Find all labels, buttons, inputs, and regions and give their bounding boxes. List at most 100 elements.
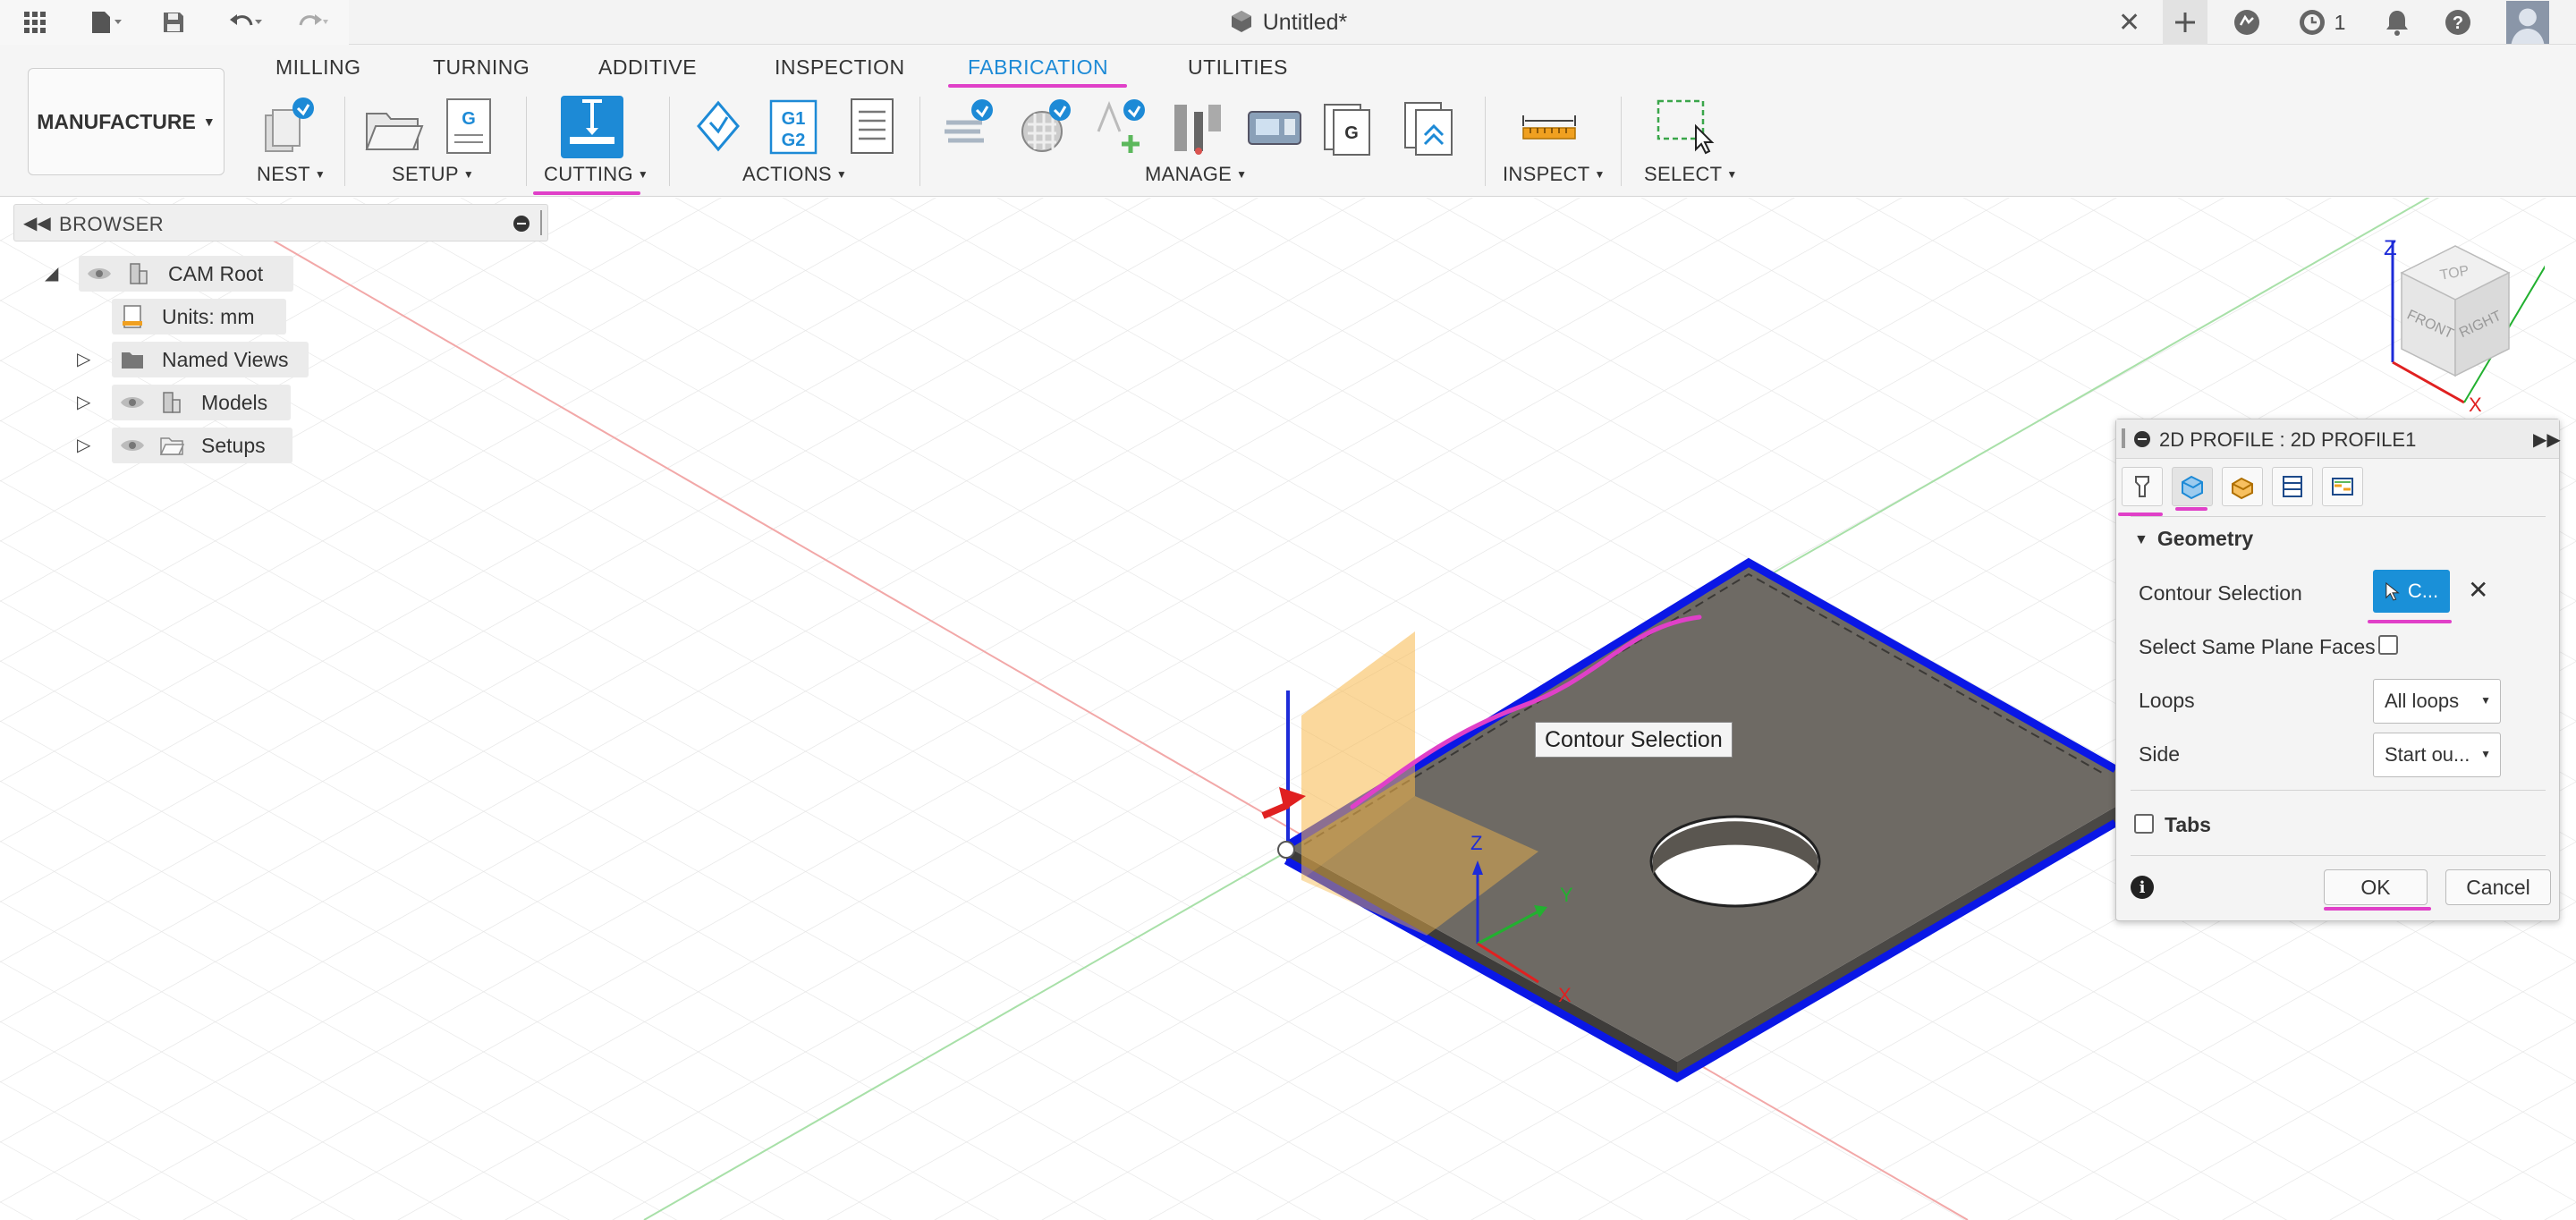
machine-builder-icon[interactable] (1243, 96, 1306, 158)
tool-icon (2135, 476, 2149, 497)
expand-dialog-icon[interactable]: ▶▶ (2533, 428, 2561, 451)
select-menu[interactable]: SELECT ▼ (1644, 163, 1738, 186)
chevron-down-icon: ▼ (314, 168, 326, 181)
expand-arrow-icon[interactable]: ▷ (77, 434, 90, 456)
inspect-menu[interactable]: INSPECT ▼ (1503, 163, 1606, 186)
cutting-menu[interactable]: CUTTING ▼ (544, 163, 648, 186)
actions-menu[interactable]: ACTIONS ▼ (742, 163, 847, 186)
setup-folder-icon[interactable] (362, 96, 425, 158)
same-plane-faces-checkbox[interactable] (2378, 635, 2398, 655)
tabs-checkbox[interactable] (2134, 814, 2154, 834)
eye-icon[interactable] (119, 394, 146, 411)
tab-heights[interactable] (2222, 467, 2263, 506)
tree-item-named-views[interactable]: Named Views (112, 342, 309, 377)
post-library-icon[interactable]: G (1319, 96, 1382, 158)
simulate-icon[interactable] (687, 96, 750, 158)
expand-arrow-icon[interactable]: ▷ (77, 391, 90, 413)
minimize-panel-icon[interactable] (513, 216, 530, 232)
passes-icon (2283, 476, 2302, 497)
contour-selection-button[interactable]: C... (2373, 570, 2450, 613)
dialog-title: 2D PROFILE : 2D PROFILE1 (2159, 428, 2417, 451)
dialog-divider (2131, 790, 2546, 791)
document-settings-icon (123, 305, 142, 328)
tree-label: Named Views (162, 347, 289, 371)
clear-selection-icon[interactable]: ✕ (2468, 575, 2488, 605)
geometry-section-header[interactable]: ▼ Geometry (2134, 527, 2253, 551)
nest-icon[interactable] (255, 96, 318, 158)
nc-program-icon[interactable]: G (438, 96, 501, 158)
g2-text: G2 (782, 131, 806, 150)
geometry-icon (2182, 475, 2203, 500)
contour-selection-label: Contour Selection (2139, 581, 2302, 605)
folder-icon (122, 352, 143, 369)
template-library-icon[interactable] (1015, 96, 1078, 158)
annotation-underline-ok (2324, 907, 2431, 911)
help-icon[interactable]: ? (2436, 0, 2480, 45)
extensions-icon[interactable] (2220, 0, 2274, 45)
ribbon-divider (919, 97, 920, 186)
job-count: 1 (2334, 10, 2346, 34)
job-status-button[interactable]: 1 (2285, 0, 2357, 45)
expand-arrow-icon[interactable]: ▷ (77, 348, 90, 370)
machine-library-icon[interactable] (1167, 96, 1230, 158)
new-tab-button[interactable] (2163, 0, 2207, 45)
minimize-dialog-icon[interactable] (2134, 431, 2150, 447)
tree-item-setups[interactable]: Setups (112, 428, 292, 463)
side-select[interactable]: Start ou... ▼ (2373, 733, 2501, 777)
tab-geometry[interactable] (2172, 467, 2213, 506)
setup-menu[interactable]: SETUP ▼ (392, 163, 474, 186)
tab-turning[interactable]: TURNING (433, 55, 530, 80)
collapse-arrow-icon[interactable]: ◢ (45, 262, 58, 284)
tree-item-models[interactable]: Models (112, 385, 291, 420)
chevron-down-icon: ▼ (2480, 748, 2491, 760)
info-icon[interactable]: i (2131, 876, 2154, 899)
post-process-icon[interactable]: G1 G2 (762, 96, 825, 158)
manage-menu[interactable]: MANAGE ▼ (1145, 163, 1247, 186)
ok-button[interactable]: OK (2324, 869, 2428, 905)
loops-select[interactable]: All loops ▼ (2373, 679, 2501, 724)
close-tab-icon[interactable]: ✕ (2118, 7, 2140, 38)
user-avatar[interactable] (2501, 0, 2555, 45)
tab-tool[interactable] (2122, 467, 2163, 506)
setup-sheet-icon[interactable] (841, 96, 903, 158)
tab-fabrication[interactable]: FABRICATION (968, 55, 1108, 80)
chevron-down-icon: ▼ (637, 168, 649, 181)
measure-icon[interactable] (1518, 96, 1580, 158)
cancel-button[interactable]: Cancel (2445, 869, 2551, 905)
print-setup-sheets-icon[interactable] (1400, 96, 1462, 158)
notifications-bell-icon[interactable] (2375, 0, 2419, 45)
add-template-icon[interactable] (1091, 96, 1154, 158)
triad-z-label: Z (1470, 832, 1482, 854)
dialog-header[interactable]: 2D PROFILE : 2D PROFILE1 ▶▶ (2116, 419, 2561, 459)
2d-profile-dialog: 2D PROFILE : 2D PROFILE1 ▶▶ ▼ Geometry Co… (2115, 419, 2561, 921)
annotation-underline-geometry-tab (2175, 507, 2207, 511)
panel-resize-handle[interactable] (540, 210, 542, 235)
origin-point (1277, 841, 1295, 859)
collapse-panel-icon[interactable]: ◀◀ (23, 212, 51, 234)
eye-icon[interactable] (86, 265, 113, 283)
tab-additive[interactable]: ADDITIVE (598, 55, 697, 80)
title-bar: Untitled* ✕ 1 ? (0, 0, 2576, 45)
same-plane-faces-label: Select Same Plane Faces (2139, 635, 2376, 658)
select-window-icon[interactable] (1653, 96, 1716, 158)
tab-linking[interactable] (2322, 467, 2363, 506)
view-cube[interactable]: Z X TOP FRONT RIGHT (2366, 228, 2563, 420)
tab-utilities[interactable]: UTILITIES (1188, 55, 1288, 80)
tabs-section-label: Tabs (2165, 813, 2211, 836)
tab-milling[interactable]: MILLING (275, 55, 361, 80)
eye-icon[interactable] (119, 436, 146, 454)
drag-handle-icon[interactable] (2122, 428, 2125, 448)
tree-label: Units: mm (162, 304, 255, 328)
tree-item-cam-root[interactable]: CAM Root (79, 256, 293, 292)
viewcube-x-label: X (2469, 394, 2482, 416)
cutting-2d-profile-icon[interactable] (561, 96, 623, 158)
tree-label: Setups (201, 433, 266, 457)
ribbon-divider (1621, 97, 1622, 186)
tree-item-units[interactable]: Units: mm (112, 299, 286, 335)
document-cube-icon (1231, 11, 1251, 32)
workspace-switcher[interactable]: MANUFACTURE ▼ (28, 68, 225, 175)
nest-menu[interactable]: NEST ▼ (257, 163, 326, 186)
tab-passes[interactable] (2272, 467, 2313, 506)
tool-library-icon[interactable] (939, 96, 1002, 158)
tab-inspection[interactable]: INSPECTION (775, 55, 905, 80)
